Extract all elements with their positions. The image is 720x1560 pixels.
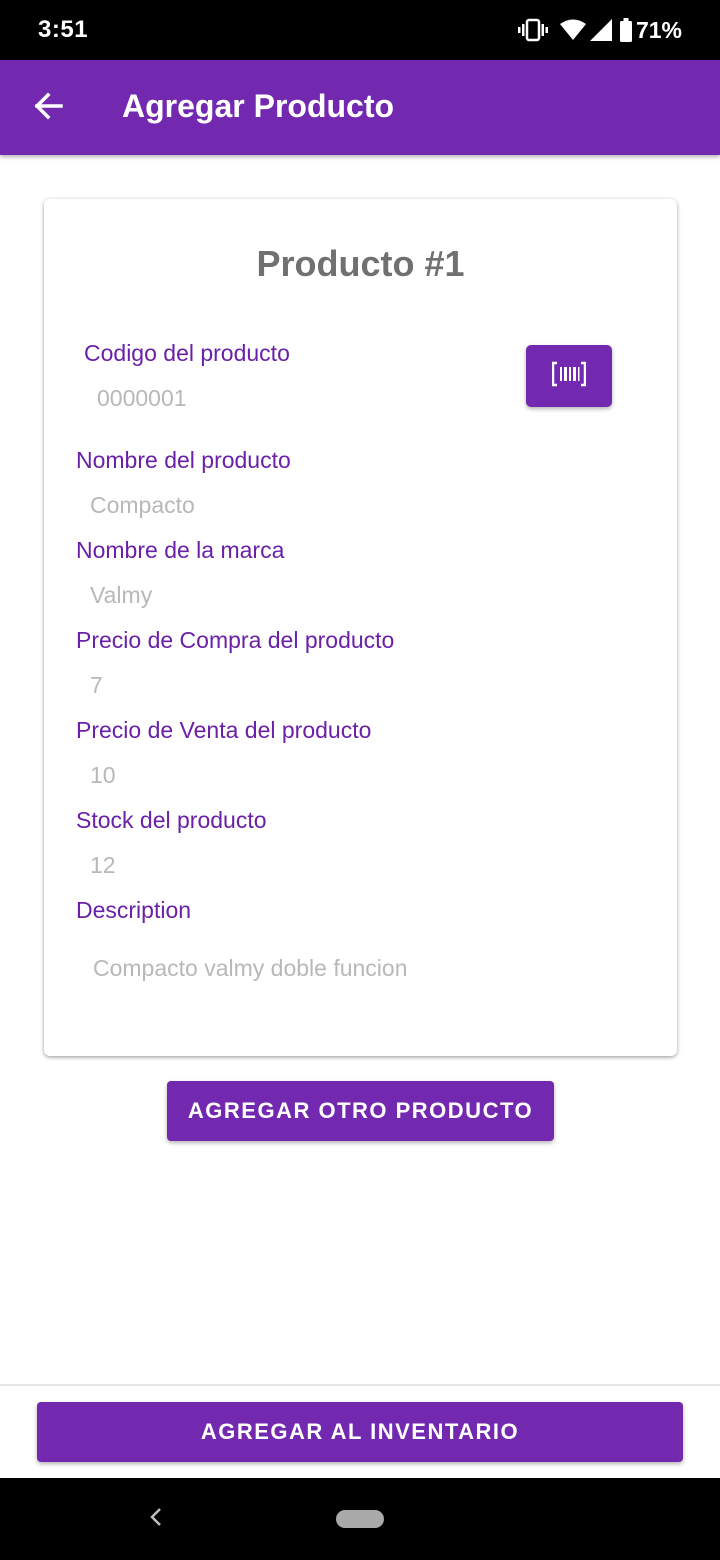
status-icons: 71% xyxy=(517,14,682,46)
battery-icon xyxy=(619,18,632,42)
scan-barcode-button[interactable] xyxy=(526,345,612,407)
product-name-input[interactable]: Compacto xyxy=(90,492,195,519)
status-bar: 3:51 71% xyxy=(0,0,720,60)
system-nav-bar xyxy=(0,1478,720,1560)
chevron-left-icon xyxy=(149,1507,163,1532)
add-to-inventory-button[interactable]: AGREGAR AL INVENTARIO xyxy=(37,1402,683,1462)
arrow-back-icon xyxy=(33,91,63,126)
bottom-divider xyxy=(0,1384,720,1386)
brand-name-input[interactable]: Valmy xyxy=(90,582,152,609)
purchase-price-label: Precio de Compra del producto xyxy=(76,627,395,653)
stock-label: Stock del producto xyxy=(76,807,267,833)
purchase-price-input[interactable]: 7 xyxy=(90,672,103,699)
description-label: Description xyxy=(76,897,192,923)
brand-name-label: Nombre de la marca xyxy=(76,537,285,563)
nav-home-pill[interactable] xyxy=(336,1510,384,1528)
barcode-scan-icon xyxy=(551,361,587,392)
page-title: Agregar Producto xyxy=(122,88,395,124)
product-name-label: Nombre del producto xyxy=(76,447,291,473)
product-card-title: Producto #1 xyxy=(256,243,465,284)
status-time: 3:51 xyxy=(38,16,89,43)
back-button[interactable] xyxy=(22,82,74,134)
app-bar: Agregar Producto xyxy=(0,60,720,155)
product-code-label: Codigo del producto xyxy=(84,340,290,366)
sale-price-input[interactable]: 10 xyxy=(90,762,116,789)
sale-price-label: Precio de Venta del producto xyxy=(76,717,372,743)
description-input[interactable]: Compacto valmy doble funcion xyxy=(93,955,408,982)
stock-input[interactable]: 12 xyxy=(90,852,116,879)
battery-percent: 71% xyxy=(635,16,682,43)
signal-icon xyxy=(589,19,612,41)
add-another-product-button[interactable]: AGREGAR OTRO PRODUCTO xyxy=(167,1081,554,1141)
vibrate-icon xyxy=(517,18,548,42)
product-code-input[interactable]: 0000001 xyxy=(97,385,187,412)
nav-back-button[interactable] xyxy=(140,1500,172,1538)
wifi-icon xyxy=(559,19,586,41)
product-card: Producto #1 Codigo del producto 0000001 … xyxy=(44,199,677,1056)
